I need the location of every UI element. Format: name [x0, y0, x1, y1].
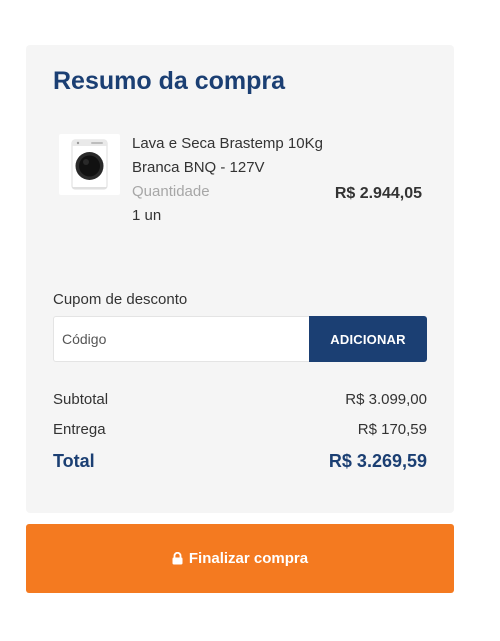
- lock-icon: [172, 552, 183, 565]
- product-price: R$ 2.944,05: [334, 185, 422, 202]
- product-info: Lava e Seca Brastemp 10Kg Branca BNQ - 1…: [132, 132, 352, 228]
- subtotal-row: Subtotal R$ 3.099,00: [53, 391, 427, 408]
- shipping-row: Entrega R$ 170,59: [53, 421, 427, 438]
- total-row: Total R$ 3.269,59: [53, 451, 427, 472]
- product-name: Lava e Seca Brastemp 10Kg Branca BNQ - 1…: [132, 135, 323, 176]
- shipping-label: Entrega: [53, 421, 106, 438]
- checkout-button[interactable]: Finalizar compra: [26, 524, 454, 593]
- shipping-value: R$ 170,59: [357, 421, 427, 438]
- total-value: R$ 3.269,59: [328, 451, 427, 471]
- quantity-value: 1 un: [132, 207, 162, 224]
- summary-title: Resumo da compra: [53, 67, 286, 95]
- coupon-code-input[interactable]: [53, 316, 309, 362]
- coupon-label: Cupom de desconto: [53, 291, 188, 308]
- add-coupon-button[interactable]: ADICIONAR: [309, 316, 427, 362]
- order-summary-card: Resumo da compra Lava e Seca Brastemp 10…: [26, 45, 454, 513]
- product-thumbnail: [59, 134, 120, 195]
- subtotal-value: R$ 3.099,00: [345, 391, 427, 408]
- checkout-button-label: Finalizar compra: [188, 550, 309, 567]
- total-label: Total: [53, 451, 95, 471]
- washer-dryer-image: [71, 139, 108, 190]
- quantity-label: Quantidade: [132, 183, 210, 200]
- subtotal-label: Subtotal: [53, 391, 109, 408]
